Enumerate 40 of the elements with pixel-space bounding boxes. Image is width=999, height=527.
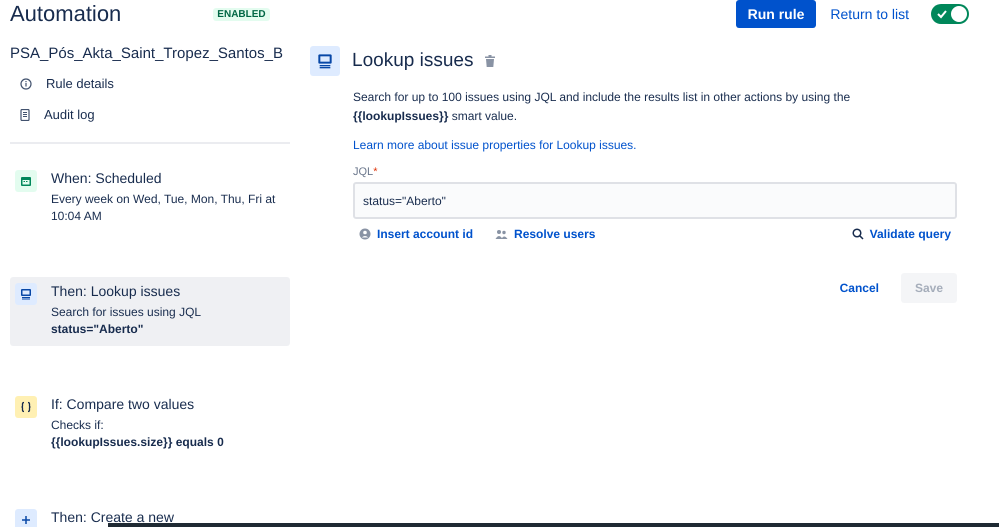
search-icon xyxy=(852,228,864,240)
braces-icon xyxy=(15,396,37,418)
status-badge: ENABLED xyxy=(213,8,270,20)
run-rule-button[interactable]: Run rule xyxy=(736,0,816,28)
user-icon xyxy=(359,228,371,240)
helper-link[interactable]: Validate query xyxy=(852,225,951,243)
rule-step[interactable]: Then: Lookup issues Search for issues using JQL status="Aberto" xyxy=(10,277,290,346)
trash-icon[interactable] xyxy=(485,55,496,67)
step-description: {{lookupIssues.size}} equals 0 xyxy=(51,434,224,451)
return-link[interactable]: Return to list xyxy=(826,2,913,26)
field-label: JQL xyxy=(353,166,374,178)
step-title: Then: Lookup issues xyxy=(51,283,182,299)
people-icon xyxy=(495,228,508,240)
document-icon xyxy=(20,108,30,120)
monitor-icon xyxy=(15,283,37,305)
sidebar-link[interactable]: Audit log xyxy=(44,107,95,122)
page-title: Automation xyxy=(10,1,122,27)
jql-input[interactable]: status="Aberto" xyxy=(353,182,957,219)
step-description: Search for issues using JQL xyxy=(51,304,202,321)
required-mark: * xyxy=(373,166,378,178)
step-description: Checks if: xyxy=(51,417,105,434)
step-description: status="Aberto" xyxy=(51,321,144,338)
panel-title: Lookup issues xyxy=(352,50,474,72)
helper-link[interactable]: Resolve users xyxy=(495,225,596,243)
check-icon xyxy=(937,9,947,19)
cancel-button[interactable]: Cancel xyxy=(830,273,889,303)
info-icon xyxy=(20,78,32,90)
step-description: Every week on Wed, Tue, Mon, Thu, Fri at 10:04 AM xyxy=(51,191,276,225)
description-text: Search for up to 100 issues using JQL and include the results list in other actions by using the {{lookupIssues}} smart value. xyxy=(353,89,852,125)
step-title: When: Scheduled xyxy=(51,170,163,186)
monitor-icon xyxy=(310,46,340,76)
step-title: If: Compare two values xyxy=(51,396,196,412)
helper-link[interactable]: Insert account id xyxy=(359,225,474,243)
plus-icon xyxy=(15,509,37,527)
rule-name: PSA_Pós_Akta_Saint_Tropez_Santos_B xyxy=(10,45,284,64)
calendar-icon xyxy=(15,170,37,192)
rule-toggle[interactable] xyxy=(931,4,969,24)
learn-more-link[interactable]: Learn more about issue properties for Lookup issues. xyxy=(353,138,636,152)
sidebar-link[interactable]: Rule details xyxy=(46,76,114,91)
step-title: Then: Create a new xyxy=(51,509,174,525)
